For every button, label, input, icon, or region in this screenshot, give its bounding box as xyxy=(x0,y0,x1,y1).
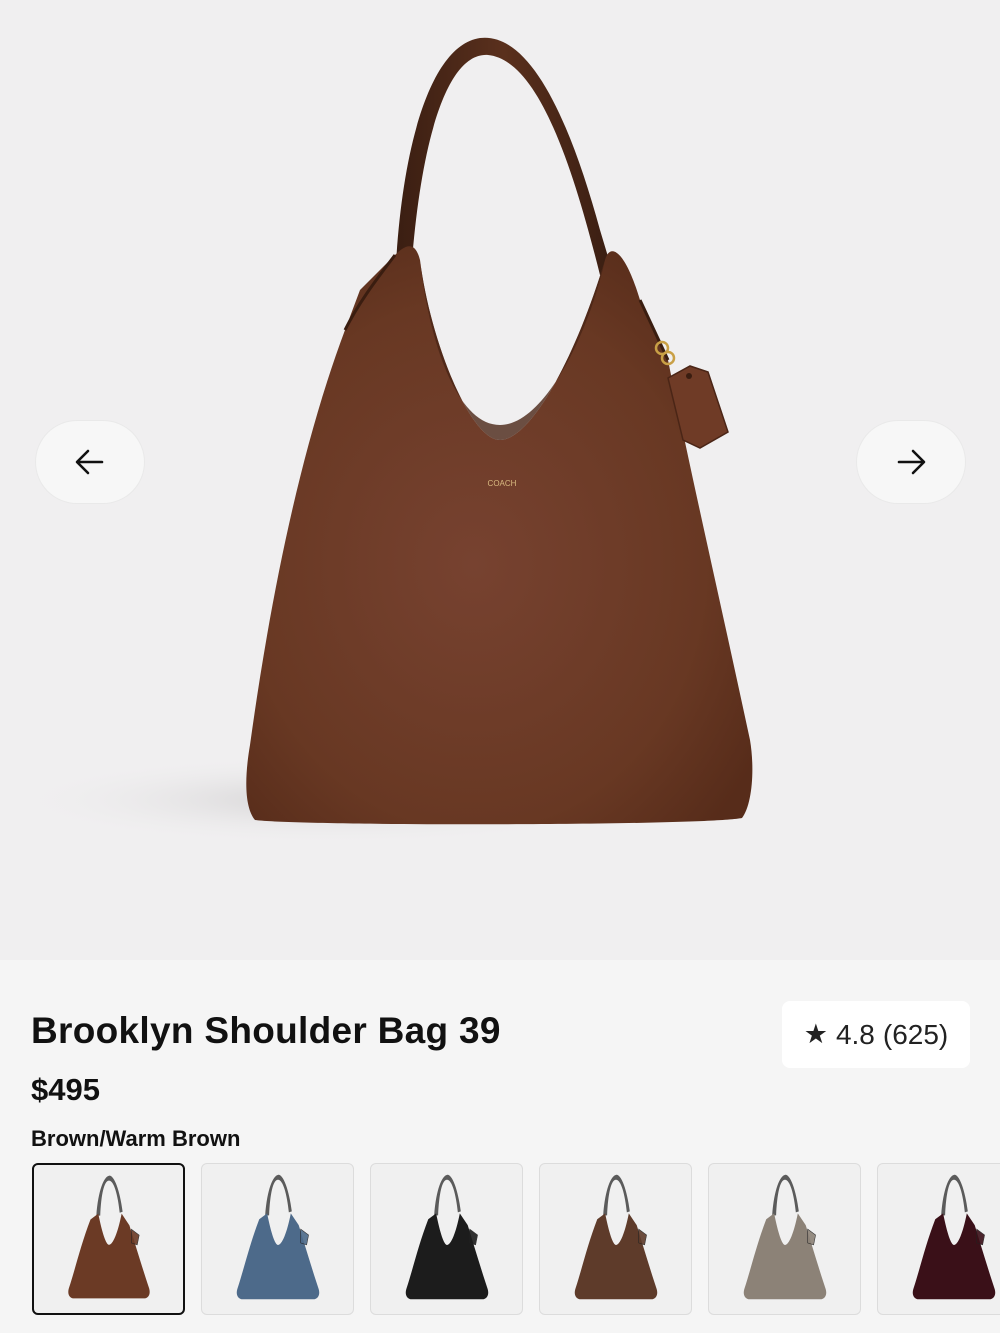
swatch-bag-thumbnail xyxy=(912,1174,996,1300)
next-image-button[interactable] xyxy=(857,421,965,503)
colour-swatches xyxy=(0,1163,1000,1323)
arrow-right-icon xyxy=(897,449,926,475)
arrow-left-icon xyxy=(75,449,104,475)
rating-value: 4.8 xyxy=(835,1018,875,1050)
rating-count: (625) xyxy=(882,1018,949,1050)
swatch-bag-thumbnail xyxy=(405,1174,489,1300)
previous-image-button[interactable] xyxy=(36,421,144,503)
product-image-gallery[interactable]: COACH xyxy=(0,0,1000,960)
colour-swatch[interactable] xyxy=(32,1163,185,1315)
swatch-bag-thumbnail xyxy=(68,1175,150,1299)
product-title: Brooklyn Shoulder Bag 39 xyxy=(31,1010,501,1051)
product-image: COACH xyxy=(10,37,753,845)
colour-swatch[interactable] xyxy=(539,1163,692,1315)
colour-swatch[interactable] xyxy=(708,1163,861,1315)
swatch-bag-thumbnail xyxy=(743,1174,827,1300)
swatch-bag-thumbnail xyxy=(574,1174,658,1300)
star-icon: ★ xyxy=(803,1019,828,1049)
product-price: $495 xyxy=(31,1072,100,1107)
product-page: COACH Brooklyn Shoulder Bag 39 $495 ★ 4.… xyxy=(0,0,1000,1333)
bag-logo: COACH xyxy=(488,479,517,488)
selected-colour-label: Brown/Warm Brown xyxy=(31,1126,241,1151)
colour-swatch[interactable] xyxy=(370,1163,523,1315)
colour-swatch[interactable] xyxy=(201,1163,354,1315)
colour-swatch[interactable] xyxy=(877,1163,1000,1315)
rating-badge[interactable]: ★ 4.8 (625) xyxy=(782,1001,970,1068)
swatch-bag-thumbnail xyxy=(236,1174,320,1300)
product-info: Brooklyn Shoulder Bag 39 $495 ★ 4.8 (625… xyxy=(0,960,1000,1333)
